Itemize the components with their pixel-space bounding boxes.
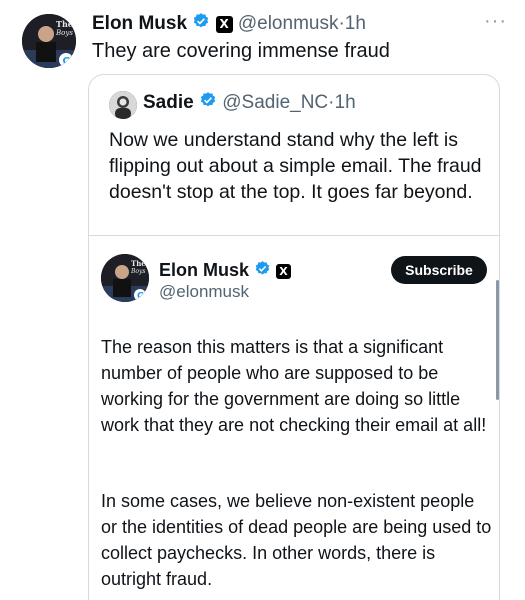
- svg-text:Boys: Boys: [55, 29, 73, 37]
- nested-author-handle[interactable]: @elonmusk: [159, 282, 249, 302]
- quoted-tweet-text: Now we understand stand why the left is …: [109, 129, 482, 203]
- quoted-author-name[interactable]: Sadie: [143, 92, 194, 113]
- timestamp[interactable]: 1h: [345, 13, 366, 34]
- svg-text:C: C: [63, 56, 70, 67]
- verified-badge-icon: [199, 91, 217, 115]
- author-name[interactable]: Elon Musk: [92, 13, 187, 34]
- more-options-icon[interactable]: ···: [484, 10, 507, 33]
- svg-text:The: The: [56, 19, 73, 29]
- nested-post-paragraph-2: In some cases, we believe non-existent p…: [101, 491, 492, 589]
- quoted-tweet-card[interactable]: Sadie @Sadie_NC·1h Now we understand sta…: [88, 74, 500, 600]
- nested-post: The Boys C Elon Musk X @elonmusk Subscri…: [89, 235, 499, 600]
- quoted-tweet-header: Sadie @Sadie_NC·1h: [143, 91, 356, 115]
- nested-author-line: Elon Musk X: [159, 260, 292, 282]
- subscribe-button[interactable]: Subscribe: [391, 256, 487, 284]
- author-handle[interactable]: @elonmusk: [238, 13, 339, 34]
- nested-author-avatar[interactable]: The Boys C: [101, 254, 149, 302]
- nested-author-name[interactable]: Elon Musk: [159, 260, 249, 280]
- x-affiliation-icon: X: [215, 15, 233, 33]
- nested-post-paragraph-1: The reason this matters is that a signif…: [101, 337, 487, 435]
- tweet-text: They are covering immense fraud: [92, 40, 390, 62]
- svg-text:C: C: [137, 292, 144, 302]
- author-avatar[interactable]: The Boys C: [22, 14, 76, 68]
- quoted-timestamp[interactable]: 1h: [335, 92, 356, 113]
- quoted-author-handle[interactable]: @Sadie_NC: [222, 92, 328, 113]
- verified-badge-icon: [254, 260, 271, 282]
- svg-text:Boys: Boys: [130, 268, 146, 275]
- quoted-author-avatar[interactable]: [109, 91, 137, 119]
- x-affiliation-icon: X: [276, 263, 292, 279]
- scrollbar[interactable]: [496, 280, 499, 400]
- svg-text:The: The: [131, 259, 146, 268]
- tweet-header: Elon Musk X @elonmusk·1h: [92, 12, 366, 36]
- verified-badge-icon: [192, 12, 210, 36]
